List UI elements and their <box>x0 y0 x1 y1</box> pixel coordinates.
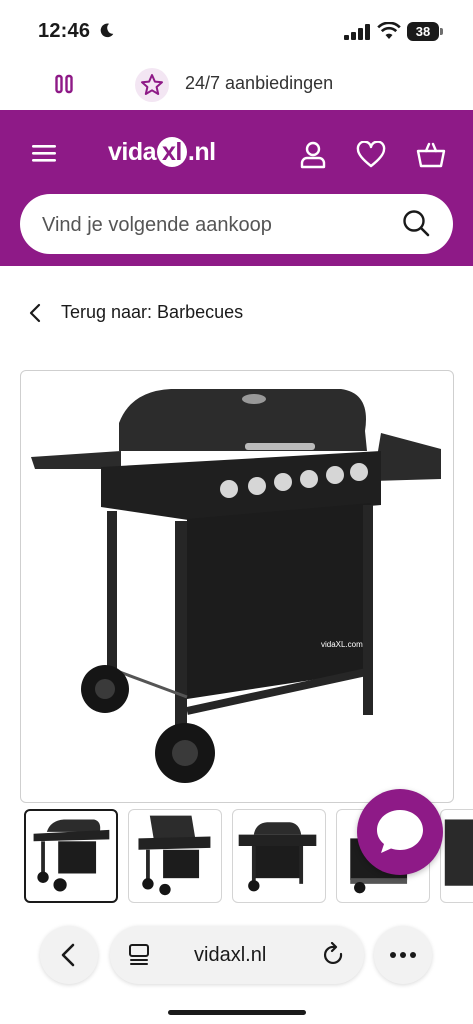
home-indicator[interactable] <box>168 1010 306 1015</box>
grill-closed-thumbnail <box>33 819 110 892</box>
logo-suffix: .nl <box>187 138 216 166</box>
battery-indicator: 38 <box>407 22 443 41</box>
browser-back-button[interactable] <box>40 926 98 984</box>
logo-badge: xl <box>157 137 187 167</box>
search-input[interactable]: Vind je volgende aankoop <box>20 194 453 254</box>
moon-icon <box>100 23 114 38</box>
more-options-button[interactable] <box>374 926 432 984</box>
signal-icon <box>344 24 370 40</box>
account-icon[interactable] <box>298 140 328 170</box>
grill-detail-thumbnail <box>444 819 473 886</box>
thumbnail-2[interactable] <box>128 809 222 903</box>
status-bar: 12:46 38 <box>0 0 473 62</box>
page-menu-icon[interactable] <box>128 943 150 967</box>
reload-icon[interactable] <box>322 942 346 968</box>
wifi-icon <box>377 22 401 39</box>
svg-text:vidaXL.com: vidaXL.com <box>321 640 363 649</box>
grill-open-thumbnail <box>138 815 211 896</box>
product-main-image[interactable]: vidaXL.com <box>20 370 454 803</box>
chat-button[interactable] <box>357 789 443 875</box>
grill-front-thumbnail <box>238 822 317 892</box>
breadcrumb-link[interactable]: Terug naar: Barbecues <box>61 302 243 323</box>
promo-text[interactable]: 24/7 aanbiedingen <box>185 73 333 94</box>
promo-bar: 24/7 aanbiedingen <box>0 62 473 110</box>
pause-icon[interactable] <box>55 74 73 94</box>
star-badge <box>135 68 169 102</box>
vidaxl-logo[interactable]: vida xl .nl <box>108 137 216 171</box>
browser-toolbar: vidaxl.nl <box>0 910 473 1024</box>
basket-icon[interactable] <box>416 140 446 170</box>
gas-barbecue-image: vidaXL.com <box>31 389 441 783</box>
thumbnail-5[interactable] <box>440 809 473 903</box>
thumbnail-1[interactable] <box>24 809 118 903</box>
star-icon <box>141 74 163 95</box>
search-icon[interactable] <box>401 208 431 238</box>
chat-bubble-icon <box>377 810 423 853</box>
status-time: 12:46 <box>38 20 91 42</box>
thumbnail-3[interactable] <box>232 809 326 903</box>
site-header: vida xl .nl Vind je volgende aankoop <box>0 110 473 266</box>
wishlist-heart-icon[interactable] <box>356 141 386 169</box>
chevron-left-icon <box>29 303 41 323</box>
hamburger-menu-icon[interactable] <box>30 142 58 164</box>
logo-prefix: vida <box>108 138 157 166</box>
ellipsis-icon <box>390 952 416 958</box>
url-text[interactable]: vidaxl.nl <box>194 944 266 967</box>
address-bar[interactable]: vidaxl.nl <box>110 926 364 984</box>
search-placeholder: Vind je volgende aankoop <box>42 214 272 236</box>
chevron-left-icon <box>61 943 75 967</box>
